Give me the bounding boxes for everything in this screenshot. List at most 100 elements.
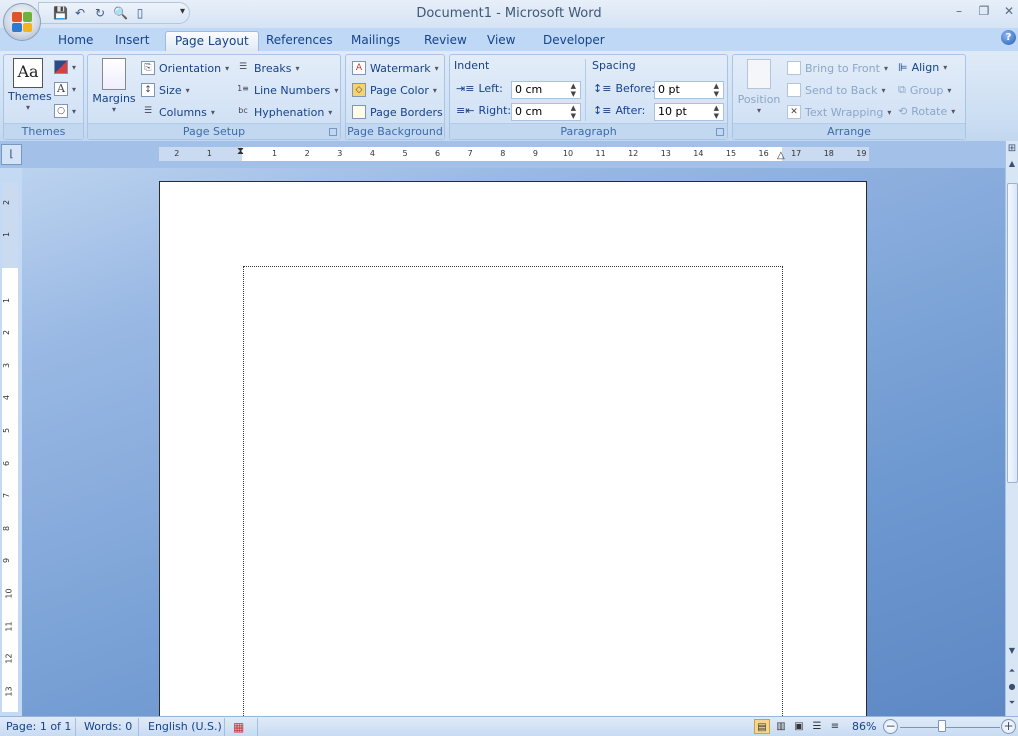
tab-selector-button[interactable]: ⌊ (1, 144, 22, 165)
align-label: Align (911, 61, 940, 74)
position-button[interactable]: Position ▾ (736, 59, 782, 115)
horizontal-ruler[interactable]: ⧗ △ 2 1 1 2 3 4 5 6 7 8 9 10 11 12 13 14 15 16 17 18 19 (159, 146, 869, 162)
tab-view[interactable]: View (478, 31, 524, 51)
redo-icon[interactable]: ↻ (93, 6, 107, 20)
page-color-label: Page Color (370, 83, 429, 97)
close-button[interactable]: ✕ (1000, 4, 1018, 18)
minimize-button[interactable]: – (950, 4, 968, 18)
scroll-down-icon[interactable]: ▼ (1006, 646, 1018, 655)
ruler-tick: 17 (791, 149, 802, 158)
breaks-icon: ☰ (238, 62, 248, 72)
zoom-level[interactable]: 86% (852, 720, 876, 733)
text-boundary (243, 266, 783, 726)
align-button[interactable]: ⊫ Align ▾ (898, 61, 947, 74)
help-icon[interactable]: ? (1001, 30, 1016, 45)
orientation-button[interactable]: ⎘ Orientation ▾ (141, 61, 229, 75)
zoom-in-icon[interactable]: + (1001, 719, 1016, 734)
zoom-slider[interactable] (900, 727, 1000, 728)
paragraph-dialog-launcher[interactable] (716, 128, 724, 136)
group-page-setup: Margins ▾ ⎘ Orientation ▾ ↕ Size ▾ ☰ Columns ▾… (87, 54, 341, 140)
hyphenation-button[interactable]: bc Hyphenation ▾ (236, 105, 332, 119)
position-label: Position (737, 93, 781, 106)
tab-references[interactable]: References (257, 31, 342, 51)
tab-page-layout[interactable]: Page Layout (165, 31, 259, 51)
restore-button[interactable]: ❐ (975, 4, 993, 18)
send-to-back-icon (787, 83, 801, 97)
ruler-tick: 9 (532, 149, 538, 158)
columns-icon: ☰ (143, 106, 153, 116)
theme-colors-button[interactable]: ▾ (54, 60, 76, 74)
themes-button[interactable]: Aa Themes ▾ (8, 58, 52, 112)
spacing-before-label: ↕≡ Before: (593, 82, 655, 95)
vertical-ruler[interactable]: 2 1 1 2 3 4 5 6 7 8 9 10 11 12 13 (2, 182, 18, 712)
size-label: Size (159, 83, 182, 97)
page-borders-label: Page Borders (370, 105, 443, 119)
indent-left-input[interactable]: 0 cm ▲ ▼ (511, 81, 581, 99)
select-browse-object-icon[interactable]: ● (1006, 682, 1018, 691)
scroll-up-icon[interactable]: ▲ (1006, 159, 1018, 168)
spacing-after-input[interactable]: 10 pt ▲ ▼ (654, 103, 724, 121)
tab-insert[interactable]: Insert (106, 31, 158, 51)
tab-home[interactable]: Home (49, 31, 102, 51)
indent-right-input[interactable]: 0 cm ▲ ▼ (511, 103, 581, 121)
columns-label: Columns (159, 105, 207, 119)
send-to-back-button[interactable]: Send to Back ▾ (787, 83, 885, 97)
group-button[interactable]: ⧉ Group ▾ (898, 83, 951, 97)
line-numbers-button[interactable]: 1≡ Line Numbers ▾ (236, 83, 338, 97)
ruler-tick: 1 (272, 149, 278, 158)
watermark-button[interactable]: A Watermark ▾ (352, 61, 439, 75)
ruler-tick: 7 (467, 149, 473, 158)
size-button[interactable]: ↕ Size ▾ (141, 83, 190, 97)
full-screen-reading-icon[interactable]: ▥ (773, 719, 789, 734)
office-button[interactable] (3, 3, 41, 41)
ruler-tick: 6 (2, 460, 12, 466)
bring-to-front-icon (787, 61, 801, 75)
zoom-slider-thumb[interactable] (938, 720, 947, 732)
page-color-button[interactable]: ◇ Page Color ▾ (352, 83, 437, 97)
scroll-thumb[interactable] (1007, 183, 1018, 483)
theme-fonts-button[interactable]: A ▾ (54, 82, 76, 96)
ruler-tick: 11 (4, 621, 14, 632)
spacing-before-spinner[interactable]: ▲ ▼ (714, 82, 719, 98)
word-count[interactable]: Words: 0 (84, 720, 132, 733)
spacing-before-input[interactable]: 0 pt ▲ ▼ (654, 81, 724, 99)
ruler-left-margin (159, 147, 242, 161)
ruler-tick: 19 (856, 149, 867, 158)
zoom-out-icon[interactable]: − (883, 719, 898, 734)
text-wrapping-button[interactable]: ✕ Text Wrapping ▾ (787, 105, 891, 119)
bring-to-front-button[interactable]: Bring to Front ▾ (787, 61, 888, 75)
indent-left-spinner[interactable]: ▲ ▼ (571, 82, 576, 98)
macro-recording-icon[interactable]: ▦ (233, 720, 244, 734)
columns-button[interactable]: ☰ Columns ▾ (141, 105, 215, 119)
undo-icon[interactable]: ↶ (73, 6, 87, 20)
customize-toolbar-icon[interactable]: ▾ (180, 6, 185, 17)
indent-marker[interactable]: ⧗ (237, 146, 247, 162)
right-indent-marker[interactable]: △ (777, 150, 785, 161)
view-ruler-icon[interactable]: ⊞ (1006, 143, 1018, 154)
new-document-icon[interactable]: ▯ (133, 6, 147, 20)
document-page[interactable] (159, 181, 867, 726)
web-layout-icon[interactable]: ▣ (791, 719, 807, 734)
theme-effects-button[interactable]: ○ ▾ (54, 104, 76, 118)
outline-icon[interactable]: ☰ (809, 719, 825, 734)
rotate-button[interactable]: ⟲ Rotate ▾ (898, 105, 955, 118)
tab-mailings[interactable]: Mailings (342, 31, 409, 51)
breaks-button[interactable]: ☰ Breaks ▾ (236, 61, 300, 75)
group-arrange: Position ▾ Bring to Front ▾ Send to Back ▾… (732, 54, 966, 140)
previous-page-icon[interactable]: ⏶ (1006, 666, 1018, 676)
next-page-icon[interactable]: ⏷ (1006, 698, 1018, 708)
page-count[interactable]: Page: 1 of 1 (6, 720, 71, 733)
draft-icon[interactable]: ≡ (827, 719, 843, 734)
page-setup-dialog-launcher[interactable] (329, 128, 337, 136)
tab-review[interactable]: Review (415, 31, 476, 51)
spacing-after-spinner[interactable]: ▲ ▼ (714, 104, 719, 120)
indent-right-spinner[interactable]: ▲ ▼ (571, 104, 576, 120)
language[interactable]: English (U.S.) (148, 720, 222, 733)
print-layout-icon[interactable]: ▤ (754, 719, 770, 734)
save-icon[interactable]: 💾 (53, 6, 68, 20)
margins-button[interactable]: Margins ▾ (91, 58, 137, 114)
page-borders-button[interactable]: Page Borders (352, 105, 443, 119)
print-preview-icon[interactable]: 🔍 (113, 6, 128, 20)
vertical-scrollbar[interactable]: ⊞ ▲ ▼ ⏶ ● ⏷ (1005, 141, 1018, 716)
tab-developer[interactable]: Developer (534, 31, 614, 51)
